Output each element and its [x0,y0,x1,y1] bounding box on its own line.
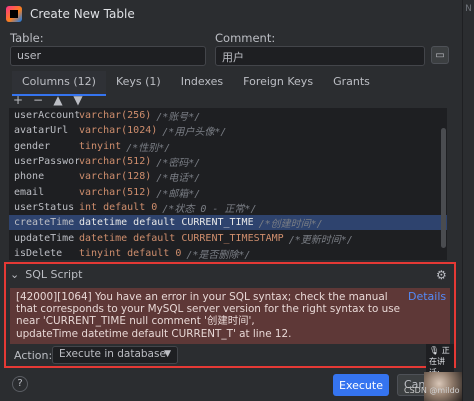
tab-indexes[interactable]: Indexes [171,71,233,96]
column-row[interactable]: isDelete tinyint default 0 /*是否删除*/ [9,246,447,260]
sql-script-title: SQL Script [25,268,83,281]
error-text: [42000][1064] You have an error in your … [16,291,401,340]
column-row-selected[interactable]: createTime datetime default CURRENT_TIME… [9,215,447,231]
collapse-chevron-icon[interactable]: ⌄ [10,268,19,281]
column-comment: /*电话*/ [156,173,201,185]
column-row[interactable]: email varchar(512) /*邮箱*/ [9,184,447,200]
column-row[interactable]: avatarUrl varchar(1024) /*用户头像*/ [9,123,447,138]
column-comment: /*性别*/ [126,142,171,154]
column-comment: /*状态 0 - 正常*/ [162,203,257,215]
column-type: varchar(512) [79,186,152,198]
column-type: datetime default CURRENT_TIMESTAMP [79,232,284,244]
column-name: isDelete [14,247,63,259]
sql-script-header[interactable]: ⌄ SQL Script [10,268,82,281]
column-comment: /*创建时间*/ [258,219,323,231]
column-name: userPassword [14,156,79,168]
column-name: userAccount [14,110,79,122]
sql-error-message: [42000][1064] You have an error in your … [10,288,450,344]
column-comment: /*更新时间*/ [288,234,353,246]
column-comment: /*用户头像*/ [162,127,227,139]
chevron-down-icon: ▼ [164,349,171,359]
window-title: Create New Table [30,7,135,21]
column-name: email [14,186,45,198]
column-comment: /*账号*/ [156,112,201,124]
column-row[interactable]: updateTime datetime default CURRENT_TIME… [9,230,447,246]
move-up-icon[interactable]: ▲ [52,93,64,107]
column-row[interactable]: userAccount varchar(256) /*账号*/ [9,108,447,123]
comment-label: Comment: [215,31,276,45]
column-name: avatarUrl [14,125,69,137]
tab-foreign-keys[interactable]: Foreign Keys [233,71,323,96]
tab-grants[interactable]: Grants [323,71,380,96]
remove-column-icon[interactable]: − [32,93,44,107]
tab-keys[interactable]: Keys (1) [106,71,171,96]
column-name: userStatus [14,201,75,213]
datagrip-app-icon [6,6,22,22]
column-name: gender [14,140,51,152]
column-comment: /*邮箱*/ [156,188,201,200]
move-down-icon[interactable]: ▼ [72,93,84,107]
column-type: varchar(1024) [79,125,158,137]
action-select-value: Execute in database [59,348,166,360]
right-edge-label: N [465,4,472,14]
table-name-input[interactable]: user [10,46,206,66]
column-name: createTime [14,217,75,229]
comment-input[interactable]: 用户 [215,46,425,66]
sql-script-panel: ⌄ SQL Script ⚙ [42000][1064] You have an… [4,262,456,379]
table-label: Table: [10,31,44,45]
help-button[interactable]: ? [12,376,28,392]
create-table-dialog: Table: user Comment: 用户 ▭ Columns (12) K… [0,28,462,401]
add-column-icon[interactable]: + [12,93,24,107]
right-edge-strip: N [462,0,474,401]
column-comment: /*密码*/ [156,158,201,170]
column-row[interactable]: userPassword varchar(512) /*密码*/ [9,154,447,169]
column-comment: /*是否删除*/ [186,249,251,260]
column-name: updateTime [14,232,75,244]
column-toolbar: + − ▲ ▼ [12,93,84,107]
watermark: CSDN @mildo [404,386,460,395]
column-name: phone [14,171,45,183]
scrollbar-thumb[interactable] [441,128,446,248]
column-row[interactable]: gender tinyint /*性别*/ [9,139,447,154]
action-select[interactable]: Execute in database ▼ [52,346,178,364]
column-type: tinyint default 0 [79,247,182,259]
details-link[interactable]: Details [408,290,446,303]
execute-button[interactable]: Execute [333,374,389,396]
columns-list: userAccount varchar(256) /*账号*/ avatarUr… [9,108,447,260]
column-type: datetime default CURRENT_TIME [79,217,254,229]
title-bar: Create New Table [0,0,462,28]
column-type: tinyint [79,140,122,152]
column-type: varchar(256) [79,110,152,122]
columns-scrollbar[interactable] [440,108,446,260]
column-type: int default 0 [79,201,158,213]
gear-icon[interactable]: ⚙ [436,268,447,282]
action-label: Action: [14,349,53,362]
expand-comment-icon[interactable]: ▭ [431,46,449,64]
column-type: varchar(512) [79,156,152,168]
column-row[interactable]: userStatus int default 0 /*状态 0 - 正常*/ [9,200,447,215]
column-row[interactable]: phone varchar(128) /*电话*/ [9,169,447,184]
column-type: varchar(128) [79,171,152,183]
